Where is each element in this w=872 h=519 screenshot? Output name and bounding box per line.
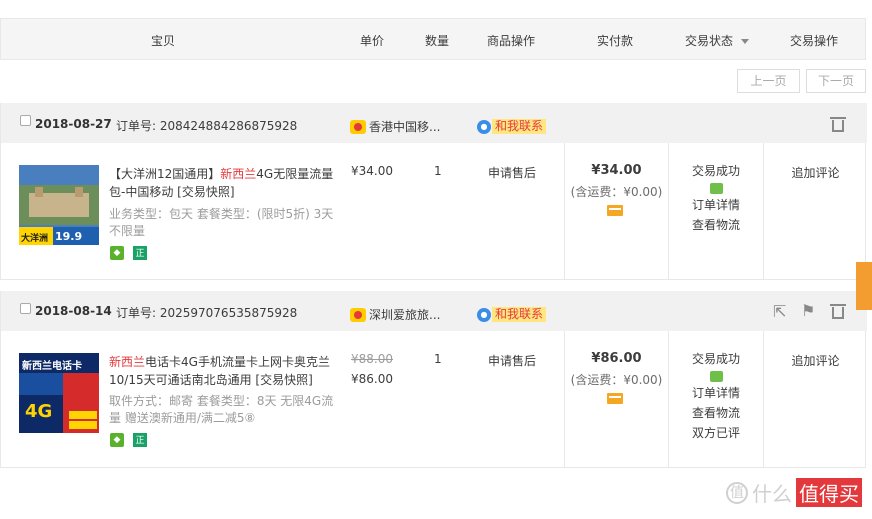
order-checkbox[interactable] bbox=[20, 115, 31, 126]
add-review-link[interactable]: 追加评论 bbox=[764, 164, 867, 181]
guarantee-icon: ◆ bbox=[110, 433, 124, 447]
shop-name: 香港中国移... bbox=[369, 120, 441, 134]
product-sku: 业务类型：包天 套餐类型：(限时5折) 3天不限量 bbox=[109, 207, 334, 238]
watermark: 值 什么 值得买 bbox=[726, 478, 862, 507]
col-quantity: 数量 bbox=[425, 34, 450, 48]
order-card: 2018-08-14 订单号: 202597076535875928 深圳爱旅旅… bbox=[0, 291, 867, 468]
col-unit-price: 单价 bbox=[360, 34, 385, 48]
thumb-label: 大洋洲 bbox=[21, 234, 49, 244]
chat-icon: ● bbox=[477, 307, 491, 322]
share-icon[interactable]: ⇱ bbox=[773, 302, 786, 321]
thumb-price: 19.9 bbox=[55, 230, 83, 243]
shipping-fee: (含运费：¥0.00) bbox=[570, 373, 663, 387]
col-status-label: 交易状态 bbox=[685, 34, 734, 48]
order-checkbox[interactable] bbox=[20, 303, 31, 314]
chat-icon: ● bbox=[477, 119, 491, 134]
after-sale-link[interactable]: 申请售后 bbox=[488, 164, 536, 181]
product-title[interactable]: 【大洋洲12国通用】新西兰4G无限量流量包-中国移动 [交易快照] bbox=[109, 165, 335, 201]
quantity: 1 bbox=[434, 352, 442, 366]
watermark-text: 什么 bbox=[752, 482, 792, 506]
product-sku: 取件方式：邮寄 套餐类型：8天 无限4G流量 赠送澳新通用/满二减5⑧ bbox=[109, 394, 334, 425]
add-review-link[interactable]: 追加评论 bbox=[764, 352, 867, 369]
payment-card-icon bbox=[607, 393, 623, 404]
contact-label: 和我联系 bbox=[492, 119, 547, 134]
trash-icon[interactable] bbox=[830, 116, 846, 132]
col-item: 宝贝 bbox=[151, 34, 176, 48]
chevron-down-icon bbox=[741, 39, 750, 44]
unit-price: ¥34.00 bbox=[351, 164, 393, 178]
trade-status: 交易成功 订单详情 查看物流 双方已评 bbox=[669, 349, 763, 443]
contact-seller-button[interactable]: ● 和我联系 bbox=[477, 119, 547, 134]
prev-page-button[interactable]: 上一页 bbox=[737, 69, 800, 93]
original-price: ¥88.00 bbox=[351, 352, 393, 366]
status-success: 交易成功 bbox=[691, 164, 740, 178]
status-success: 交易成功 bbox=[691, 352, 740, 366]
contact-label: 和我联系 bbox=[492, 307, 547, 322]
order-details-link[interactable]: 订单详情 bbox=[669, 195, 763, 215]
watermark-logo-icon: 值 bbox=[726, 481, 748, 504]
product-thumbnail[interactable]: 大洋洲 19.9 bbox=[19, 165, 99, 245]
order-card: 2018-08-27 订单号: 208424884286875928 香港中国移… bbox=[0, 103, 867, 280]
shipping-fee: (含运费：¥0.00) bbox=[570, 185, 663, 199]
shop-icon bbox=[350, 307, 366, 322]
unit-price: ¥86.00 bbox=[351, 372, 393, 386]
authentic-badge: 正 bbox=[133, 433, 147, 447]
shop-name: 深圳爱旅旅... bbox=[369, 308, 441, 322]
order-number: 订单号: 202597076535875928 bbox=[116, 306, 298, 320]
col-status[interactable]: 交易状态 bbox=[685, 32, 750, 49]
view-logistics-link[interactable]: 查看物流 bbox=[669, 215, 763, 235]
next-page-button[interactable]: 下一页 bbox=[806, 69, 866, 93]
shop-icon bbox=[350, 119, 366, 134]
after-sale-link[interactable]: 申请售后 bbox=[488, 352, 536, 369]
chat-bubble-icon[interactable] bbox=[709, 371, 723, 382]
shop-link[interactable]: 深圳爱旅旅... bbox=[350, 306, 440, 323]
both-reviewed-status: 双方已评 bbox=[691, 426, 740, 440]
view-logistics-link[interactable]: 查看物流 bbox=[669, 403, 763, 423]
product-thumbnail[interactable]: 新西兰电话卡 4G bbox=[19, 353, 99, 433]
col-paid: 实付款 bbox=[597, 34, 634, 48]
order-date: 2018-08-14 bbox=[35, 304, 112, 318]
quantity: 1 bbox=[434, 164, 442, 178]
paid-amount: ¥86.00 bbox=[591, 351, 642, 366]
product-title[interactable]: 新西兰电话卡4G手机流量卡上网卡奥克兰10/15天可通话南北岛通用 [交易快照] bbox=[109, 353, 335, 389]
shop-link[interactable]: 香港中国移... bbox=[350, 118, 440, 135]
guarantee-icon: ◆ bbox=[110, 246, 124, 260]
order-details-link[interactable]: 订单详情 bbox=[669, 383, 763, 403]
order-header: 2018-08-27 订单号: 208424884286875928 香港中国移… bbox=[1, 103, 867, 143]
trash-icon[interactable] bbox=[830, 303, 846, 319]
trade-status: 交易成功 订单详情 查看物流 bbox=[669, 161, 763, 235]
paid-amount: ¥34.00 bbox=[591, 163, 642, 178]
col-trade-ops: 交易操作 bbox=[790, 34, 839, 48]
contact-seller-button[interactable]: ● 和我联系 bbox=[477, 307, 547, 322]
thumb-sub: 4G bbox=[25, 401, 53, 422]
side-float-tab[interactable] bbox=[856, 262, 872, 310]
order-header: 2018-08-14 订单号: 202597076535875928 深圳爱旅旅… bbox=[1, 291, 867, 331]
flag-icon[interactable]: ⚑ bbox=[801, 301, 815, 320]
authentic-badge: 正 bbox=[133, 246, 147, 260]
payment-card-icon bbox=[607, 205, 623, 216]
order-table-header: 宝贝 单价 数量 商品操作 实付款 交易状态 交易操作 bbox=[0, 18, 866, 60]
order-number: 订单号: 208424884286875928 bbox=[116, 119, 298, 133]
watermark-brand: 值得买 bbox=[796, 478, 862, 507]
order-date: 2018-08-27 bbox=[35, 117, 112, 131]
chat-bubble-icon[interactable] bbox=[709, 183, 723, 194]
col-item-ops: 商品操作 bbox=[487, 34, 536, 48]
thumb-label: 新西兰电话卡 bbox=[22, 361, 82, 372]
